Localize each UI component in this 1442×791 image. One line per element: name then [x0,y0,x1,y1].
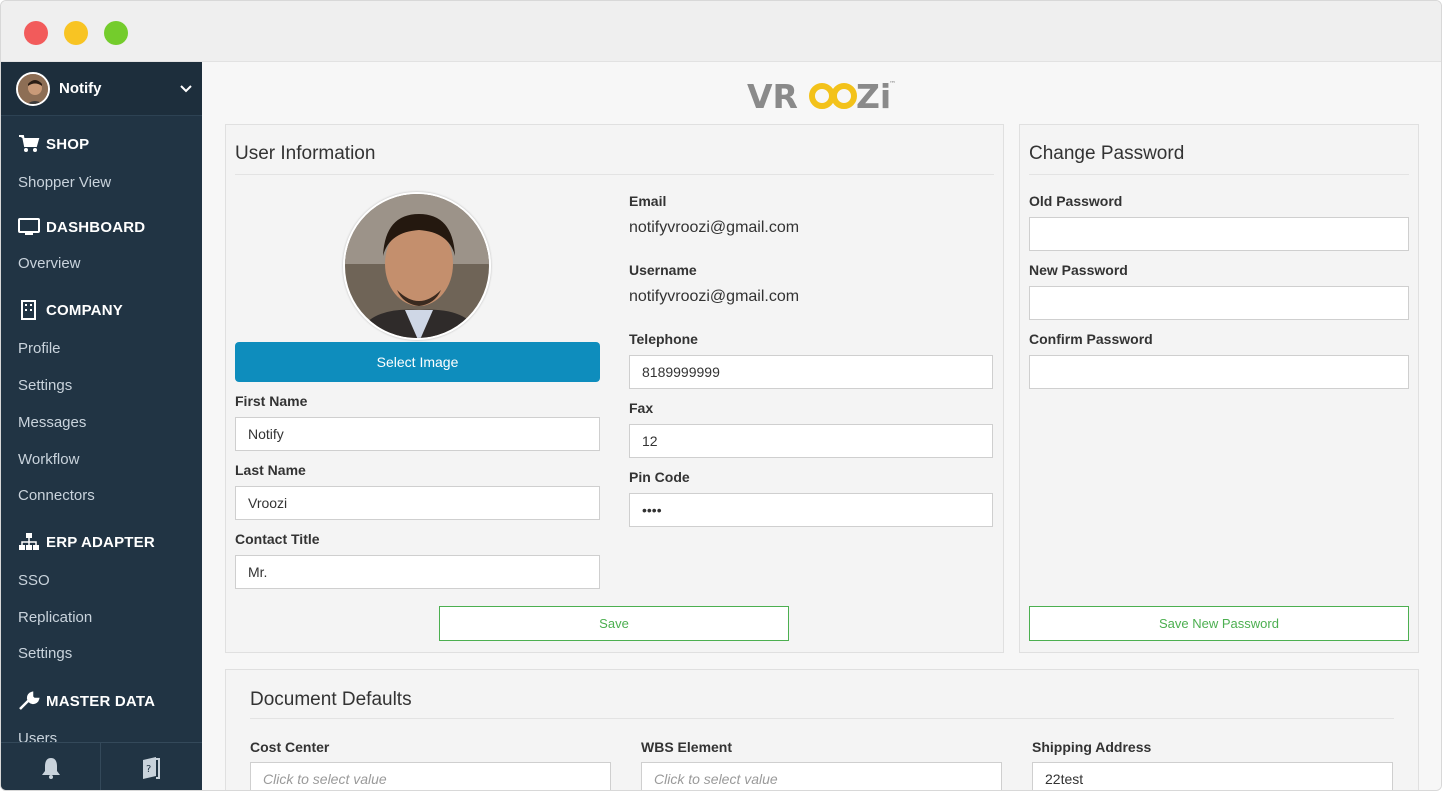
nav-heading-erp-adapter[interactable]: ERP ADAPTER [18,532,155,552]
cost-center-label: Cost Center [250,739,330,755]
book-icon: ? [143,757,160,779]
wbs-element-select[interactable]: Click to select value [641,762,1002,790]
sidebar-footer: ? [1,742,202,790]
monitor-icon [18,218,40,235]
app-window: Notify SHOP Shopper View DASHBOARD Overv… [0,0,1442,791]
email-value: notifyvroozi@gmail.com [629,219,800,236]
fax-field[interactable]: 12 [629,424,993,458]
help-button[interactable]: ? [101,743,201,790]
old-password-field[interactable] [1029,217,1409,251]
sidebar-item-replication[interactable]: Replication [18,609,92,626]
save-button[interactable]: Save [439,606,789,641]
vroozi-logo: VR Zi ™ [747,77,896,112]
building-icon [21,300,36,320]
nav-heading-master-data[interactable]: MASTER DATA [18,691,155,711]
bell-icon [41,758,60,779]
sidebar-item-settings[interactable]: Settings [18,377,72,394]
user-name: Notify [59,80,102,97]
contact-title-label: Contact Title [235,531,320,547]
sidebar-item-connectors[interactable]: Connectors [18,487,95,504]
sidebar-item-profile[interactable]: Profile [18,340,61,357]
minimize-window-button[interactable] [64,21,88,45]
nav-heading-shop[interactable]: SHOP [18,134,89,154]
username-value: notifyvroozi@gmail.com [629,288,800,305]
sidebar-item-erp-settings[interactable]: Settings [18,645,72,662]
notifications-button[interactable] [1,743,101,790]
nav-heading-company[interactable]: COMPANY [18,300,123,320]
shipping-address-field[interactable]: 22test [1032,762,1393,790]
svg-text:Zi: Zi [856,77,891,112]
divider [1029,174,1409,175]
new-password-field[interactable] [1029,286,1409,320]
panel-title: Document Defaults [250,689,412,710]
save-new-password-button[interactable]: Save New Password [1029,606,1409,641]
svg-text:?: ? [146,764,151,775]
email-label: Email [629,193,667,209]
cart-icon [19,135,40,152]
shipping-address-label: Shipping Address [1032,739,1152,755]
main-content: VR Zi ™ User Information Select Image Fi… [202,62,1441,790]
telephone-field[interactable]: 8189999999 [629,355,993,389]
wrench-icon [19,691,40,710]
wbs-element-label: WBS Element [641,739,733,755]
last-name-label: Last Name [235,462,306,478]
contact-title-field[interactable]: Mr. [235,555,600,589]
sidebar-item-shopper-view[interactable]: Shopper View [18,174,111,191]
first-name-field[interactable]: Notify [235,417,600,451]
telephone-label: Telephone [629,331,698,347]
title-bar [1,1,1441,62]
divider [250,718,1394,719]
sidebar-item-workflow[interactable]: Workflow [18,451,79,468]
new-password-label: New Password [1029,262,1128,278]
user-menu[interactable]: Notify [1,62,202,116]
nav-heading-dashboard[interactable]: DASHBOARD [18,217,145,237]
fax-label: Fax [629,400,654,416]
panel-title: User Information [235,143,376,164]
close-window-button[interactable] [24,21,48,45]
confirm-password-field[interactable] [1029,355,1409,389]
sidebar-item-sso[interactable]: SSO [18,572,50,589]
last-name-field[interactable]: Vroozi [235,486,600,520]
change-password-panel: Change Password Old Password New Passwor… [1019,124,1419,653]
panel-title: Change Password [1029,143,1185,164]
user-information-panel: User Information Select Image First Name… [225,124,1004,653]
chevron-down-icon [180,85,192,93]
sidebar-item-messages[interactable]: Messages [18,414,86,431]
document-defaults-panel: Document Defaults Cost Center Click to s… [225,669,1419,790]
cost-center-select[interactable]: Click to select value [250,762,611,790]
confirm-password-label: Confirm Password [1029,331,1153,347]
username-label: Username [629,262,697,278]
svg-text:™: ™ [889,80,896,88]
sitemap-icon [19,533,39,550]
pin-code-label: Pin Code [629,469,690,485]
sidebar-item-overview[interactable]: Overview [18,255,81,272]
avatar [16,72,50,106]
maximize-window-button[interactable] [104,21,128,45]
sidebar: Notify SHOP Shopper View DASHBOARD Overv… [1,62,202,790]
first-name-label: First Name [235,393,308,409]
profile-photo [343,192,491,340]
select-image-button[interactable]: Select Image [235,342,600,382]
pin-code-field[interactable]: •••• [629,493,993,527]
divider [235,174,994,175]
old-password-label: Old Password [1029,193,1123,209]
svg-text:VR: VR [747,77,798,112]
